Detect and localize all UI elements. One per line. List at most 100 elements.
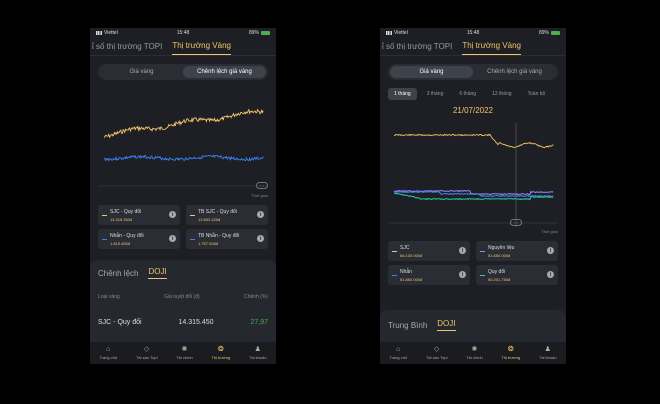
legend-value: 66.100.000đ <box>400 252 423 258</box>
info-icon[interactable]: i <box>169 211 176 218</box>
col-abs-price: Giá tuyệt đối (đ) <box>164 294 200 300</box>
battery-percent: 89% <box>538 30 549 36</box>
tab-doji[interactable]: DOJI <box>437 319 456 331</box>
nav-label: Tài sản Topi <box>425 355 448 360</box>
nav-assets[interactable]: ◇ Tài sản Topi <box>136 346 158 360</box>
phone-screen-2: Viettel 15:48 89% ỉ số thị trường TOPI T… <box>380 28 566 364</box>
bottom-nav: ⌂ Trang chủ ◇ Tài sản Topi ✺ Tài chính ❂ Thị… <box>380 342 566 364</box>
nav-market[interactable]: ❂ Thị trường <box>501 346 520 360</box>
nav-assets[interactable]: ◇ Tài sản Topi <box>426 346 448 360</box>
legend-name: SJC <box>400 244 410 251</box>
panel-tabs: Trung Bình DOJI <box>380 316 566 334</box>
user-icon: ♟ <box>254 346 261 353</box>
legend-name: TB Nhẫn - Quy đổi <box>198 232 240 239</box>
row-name: SJC - Quy đổi <box>98 319 142 326</box>
selected-date: 21/07/2022 <box>452 106 494 115</box>
info-icon[interactable]: i <box>547 271 554 278</box>
tab-gold-market[interactable]: Thị trường Vàng <box>172 41 231 55</box>
tab-spread[interactable]: Chênh lệch <box>98 269 138 278</box>
tab-gold-market[interactable]: Thị trường Vàng <box>462 41 521 55</box>
diamond-icon: ◇ <box>434 346 440 353</box>
legend-name: Nhẫn <box>400 268 412 275</box>
legend-item[interactable]: Nhẫn - Quy đổi 1.815.450đ i <box>98 229 180 249</box>
chart-scroll-handle[interactable]: ‹ › <box>510 219 522 226</box>
series-sjc-line <box>393 133 554 149</box>
user-icon: ♟ <box>544 346 551 353</box>
info-icon[interactable]: i <box>169 235 176 242</box>
battery-percent: 89% <box>248 30 259 36</box>
seg-gold-spread[interactable]: Chênh lệch giá vàng <box>183 66 266 78</box>
legend: SJC 66.100.000đ i Nguyên liệu 51.650.000đ i … <box>380 241 566 285</box>
period-6m[interactable]: 6 tháng <box>453 88 482 100</box>
nav-label: Trang chủ <box>389 355 408 360</box>
seg-gold-spread[interactable]: Chênh lệch giá vàng <box>473 66 556 78</box>
legend-item[interactable]: SJC 66.100.000đ i <box>388 241 470 261</box>
nav-label: Thị trường <box>211 355 231 360</box>
legend-item[interactable]: TB SJC - Quy đổi 13.852.425đ i <box>186 205 268 225</box>
nav-label: Tài sản Topi <box>135 355 158 360</box>
period-12m[interactable]: 12 tháng <box>486 88 517 100</box>
period-1m[interactable]: 1 tháng <box>388 88 417 100</box>
info-icon[interactable]: i <box>459 271 466 278</box>
battery-icon <box>551 31 560 35</box>
legend-value: 50.201.750đ <box>488 276 511 282</box>
price-chart-svg <box>388 123 558 227</box>
nav-home[interactable]: ⌂ Trang chủ <box>99 346 117 360</box>
legend-value: 1.757.926đ <box>198 240 219 246</box>
tab-topi-index[interactable]: ỉ số thị trường TOPI <box>382 42 452 55</box>
info-icon[interactable]: i <box>547 247 554 254</box>
x-axis-label: Thời gian <box>251 193 268 198</box>
legend-name: Quy đổi <box>488 268 506 275</box>
seg-gold-price[interactable]: Giá vàng <box>390 66 473 78</box>
nav-home[interactable]: ⌂ Trang chủ <box>389 346 407 360</box>
legend-item[interactable]: TB Nhẫn - Quy đổi 1.757.926đ i <box>186 229 268 249</box>
carrier-name: Viettel <box>394 30 408 36</box>
price-chart: ‹ › Thời gian <box>380 115 566 241</box>
legend-item[interactable]: Nguyên liệu 51.650.000đ i <box>476 241 558 261</box>
info-icon[interactable]: i <box>459 247 466 254</box>
legend-name: SJC - Quy đổi <box>110 208 142 215</box>
seg-gold-price[interactable]: Giá vàng <box>100 66 183 78</box>
panel-tabs: Chênh lệch DOJI <box>90 264 276 282</box>
home-icon: ⌂ <box>396 346 401 353</box>
nav-finance[interactable]: ✺ Tài chính <box>466 346 482 360</box>
diamond-icon: ◇ <box>144 346 150 353</box>
home-icon: ⌂ <box>106 346 111 353</box>
table-row[interactable]: SJC - Quy đổi 14.315.450 27,97 <box>90 319 276 326</box>
period-selector: 1 tháng 3 tháng 6 tháng 12 tháng Toàn bộ <box>388 88 558 100</box>
legend-value: 51.850.000đ <box>400 276 423 282</box>
legend-value: 13.852.425đ <box>198 216 221 222</box>
nav-account[interactable]: ♟ Tài khoản <box>539 346 557 360</box>
legend-value: 51.650.000đ <box>488 252 511 258</box>
signal-icon <box>96 31 102 35</box>
period-3m[interactable]: 3 tháng <box>421 88 450 100</box>
tab-doji[interactable]: DOJI <box>148 267 167 279</box>
segment-control: Giá vàng Chênh lệch giá vàng <box>388 64 558 80</box>
lightbulb-icon: ✺ <box>471 346 478 353</box>
series-nhan-line <box>103 154 264 162</box>
nav-market[interactable]: ❂ Thị trường <box>211 346 230 360</box>
series-sjc-line <box>103 108 264 139</box>
tab-average[interactable]: Trung Bình <box>388 321 427 330</box>
info-icon[interactable]: i <box>257 235 264 242</box>
legend-item[interactable]: SJC - Quy đổi 14.315.353đ i <box>98 205 180 225</box>
signal-icon <box>386 31 392 35</box>
nav-finance[interactable]: ✺ Tài chính <box>176 346 192 360</box>
carrier-name: Viettel <box>104 30 118 36</box>
bottom-nav: ⌂ Trang chủ ◇ Tài sản Topi ✺ Tài chính ❂ Thị… <box>90 342 276 364</box>
legend-name: Nhẫn - Quy đổi <box>110 232 144 239</box>
market-icon: ❂ <box>217 346 224 353</box>
table-header: Loại vàng Giá tuyệt đối (đ) Chênh (%) <box>90 294 276 300</box>
spread-chart: ‹ › Thời gian <box>90 80 276 205</box>
status-bar: Viettel 15:48 89% <box>90 28 276 38</box>
info-icon[interactable]: i <box>257 211 264 218</box>
nav-account[interactable]: ♟ Tài khoản <box>249 346 267 360</box>
legend-item[interactable]: Quy đổi 50.201.750đ i <box>476 265 558 285</box>
period-all[interactable]: Toàn bộ <box>522 88 552 100</box>
col-pct: Chênh (%) <box>244 294 268 300</box>
legend-item[interactable]: Nhẫn 51.850.000đ i <box>388 265 470 285</box>
tab-topi-index[interactable]: ỉ số thị trường TOPI <box>92 42 162 55</box>
row-value: 14.315.450 <box>178 319 214 326</box>
top-tabs: ỉ số thị trường TOPI Thị trường Vàng <box>90 38 276 56</box>
chart-scroll-handle[interactable]: ‹ › <box>256 182 268 189</box>
